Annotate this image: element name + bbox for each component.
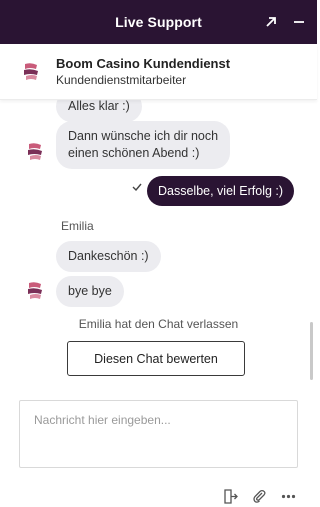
sender-name: Emilia xyxy=(61,219,94,233)
check-icon xyxy=(132,182,142,194)
message-text-line: einen schönen Abend :) xyxy=(68,146,200,160)
attachment-icon[interactable] xyxy=(251,488,268,505)
chat-header: Live Support xyxy=(0,0,317,44)
end-chat-icon[interactable] xyxy=(222,488,239,505)
header-title: Live Support xyxy=(115,14,202,30)
message-bubble-outgoing: Dasselbe, viel Erfolg :) xyxy=(147,176,295,206)
header-actions xyxy=(263,0,307,44)
agent-role: Kundendienstmitarbeiter xyxy=(56,73,187,87)
agent-avatar xyxy=(26,141,44,161)
scrollbar[interactable] xyxy=(310,322,313,380)
rate-chat-button[interactable]: Diesen Chat bewerten xyxy=(67,341,245,376)
message-composer xyxy=(19,400,298,468)
agent-name: Boom Casino Kundendienst xyxy=(56,56,231,71)
composer-toolbar xyxy=(222,487,297,505)
message-input[interactable] xyxy=(20,401,297,467)
more-options-icon[interactable] xyxy=(280,488,297,505)
minimize-icon[interactable] xyxy=(291,14,307,30)
message-bubble: Dankeschön :) xyxy=(56,241,161,272)
message-text-line: Dann wünsche ich dir noch xyxy=(68,129,219,143)
message-bubble: bye bye xyxy=(56,276,124,307)
message-text: Dankeschön :) xyxy=(68,249,149,263)
agent-avatar xyxy=(26,280,44,300)
message-text: Alles klar :) xyxy=(68,100,130,113)
agent-bar: Boom Casino Kundendienst Kundendienstmit… xyxy=(0,44,317,100)
message-list[interactable]: Alles klar :) Dann wünsche ich dir noch … xyxy=(0,100,317,388)
message-bubble: Alles klar :) xyxy=(56,100,142,122)
expand-icon[interactable] xyxy=(263,14,279,30)
message-text: Dasselbe, viel Erfolg :) xyxy=(158,184,284,198)
chat-left-notice: Emilia hat den Chat verlassen xyxy=(78,317,239,331)
boom-casino-logo xyxy=(22,61,40,81)
message-text: bye bye xyxy=(68,284,112,298)
message-bubble: Dann wünsche ich dir noch einen schönen … xyxy=(56,121,231,169)
